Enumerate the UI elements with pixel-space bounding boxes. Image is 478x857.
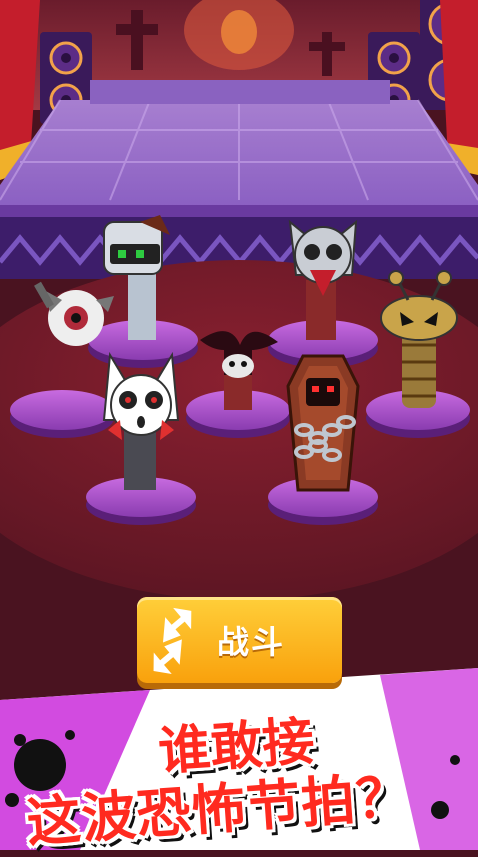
character-coffin[interactable] <box>286 354 360 492</box>
battle-button[interactable]: 战斗 <box>137 597 342 683</box>
swap-arrows-icon <box>153 607 192 675</box>
battle-button-label: 战斗 <box>217 623 286 661</box>
